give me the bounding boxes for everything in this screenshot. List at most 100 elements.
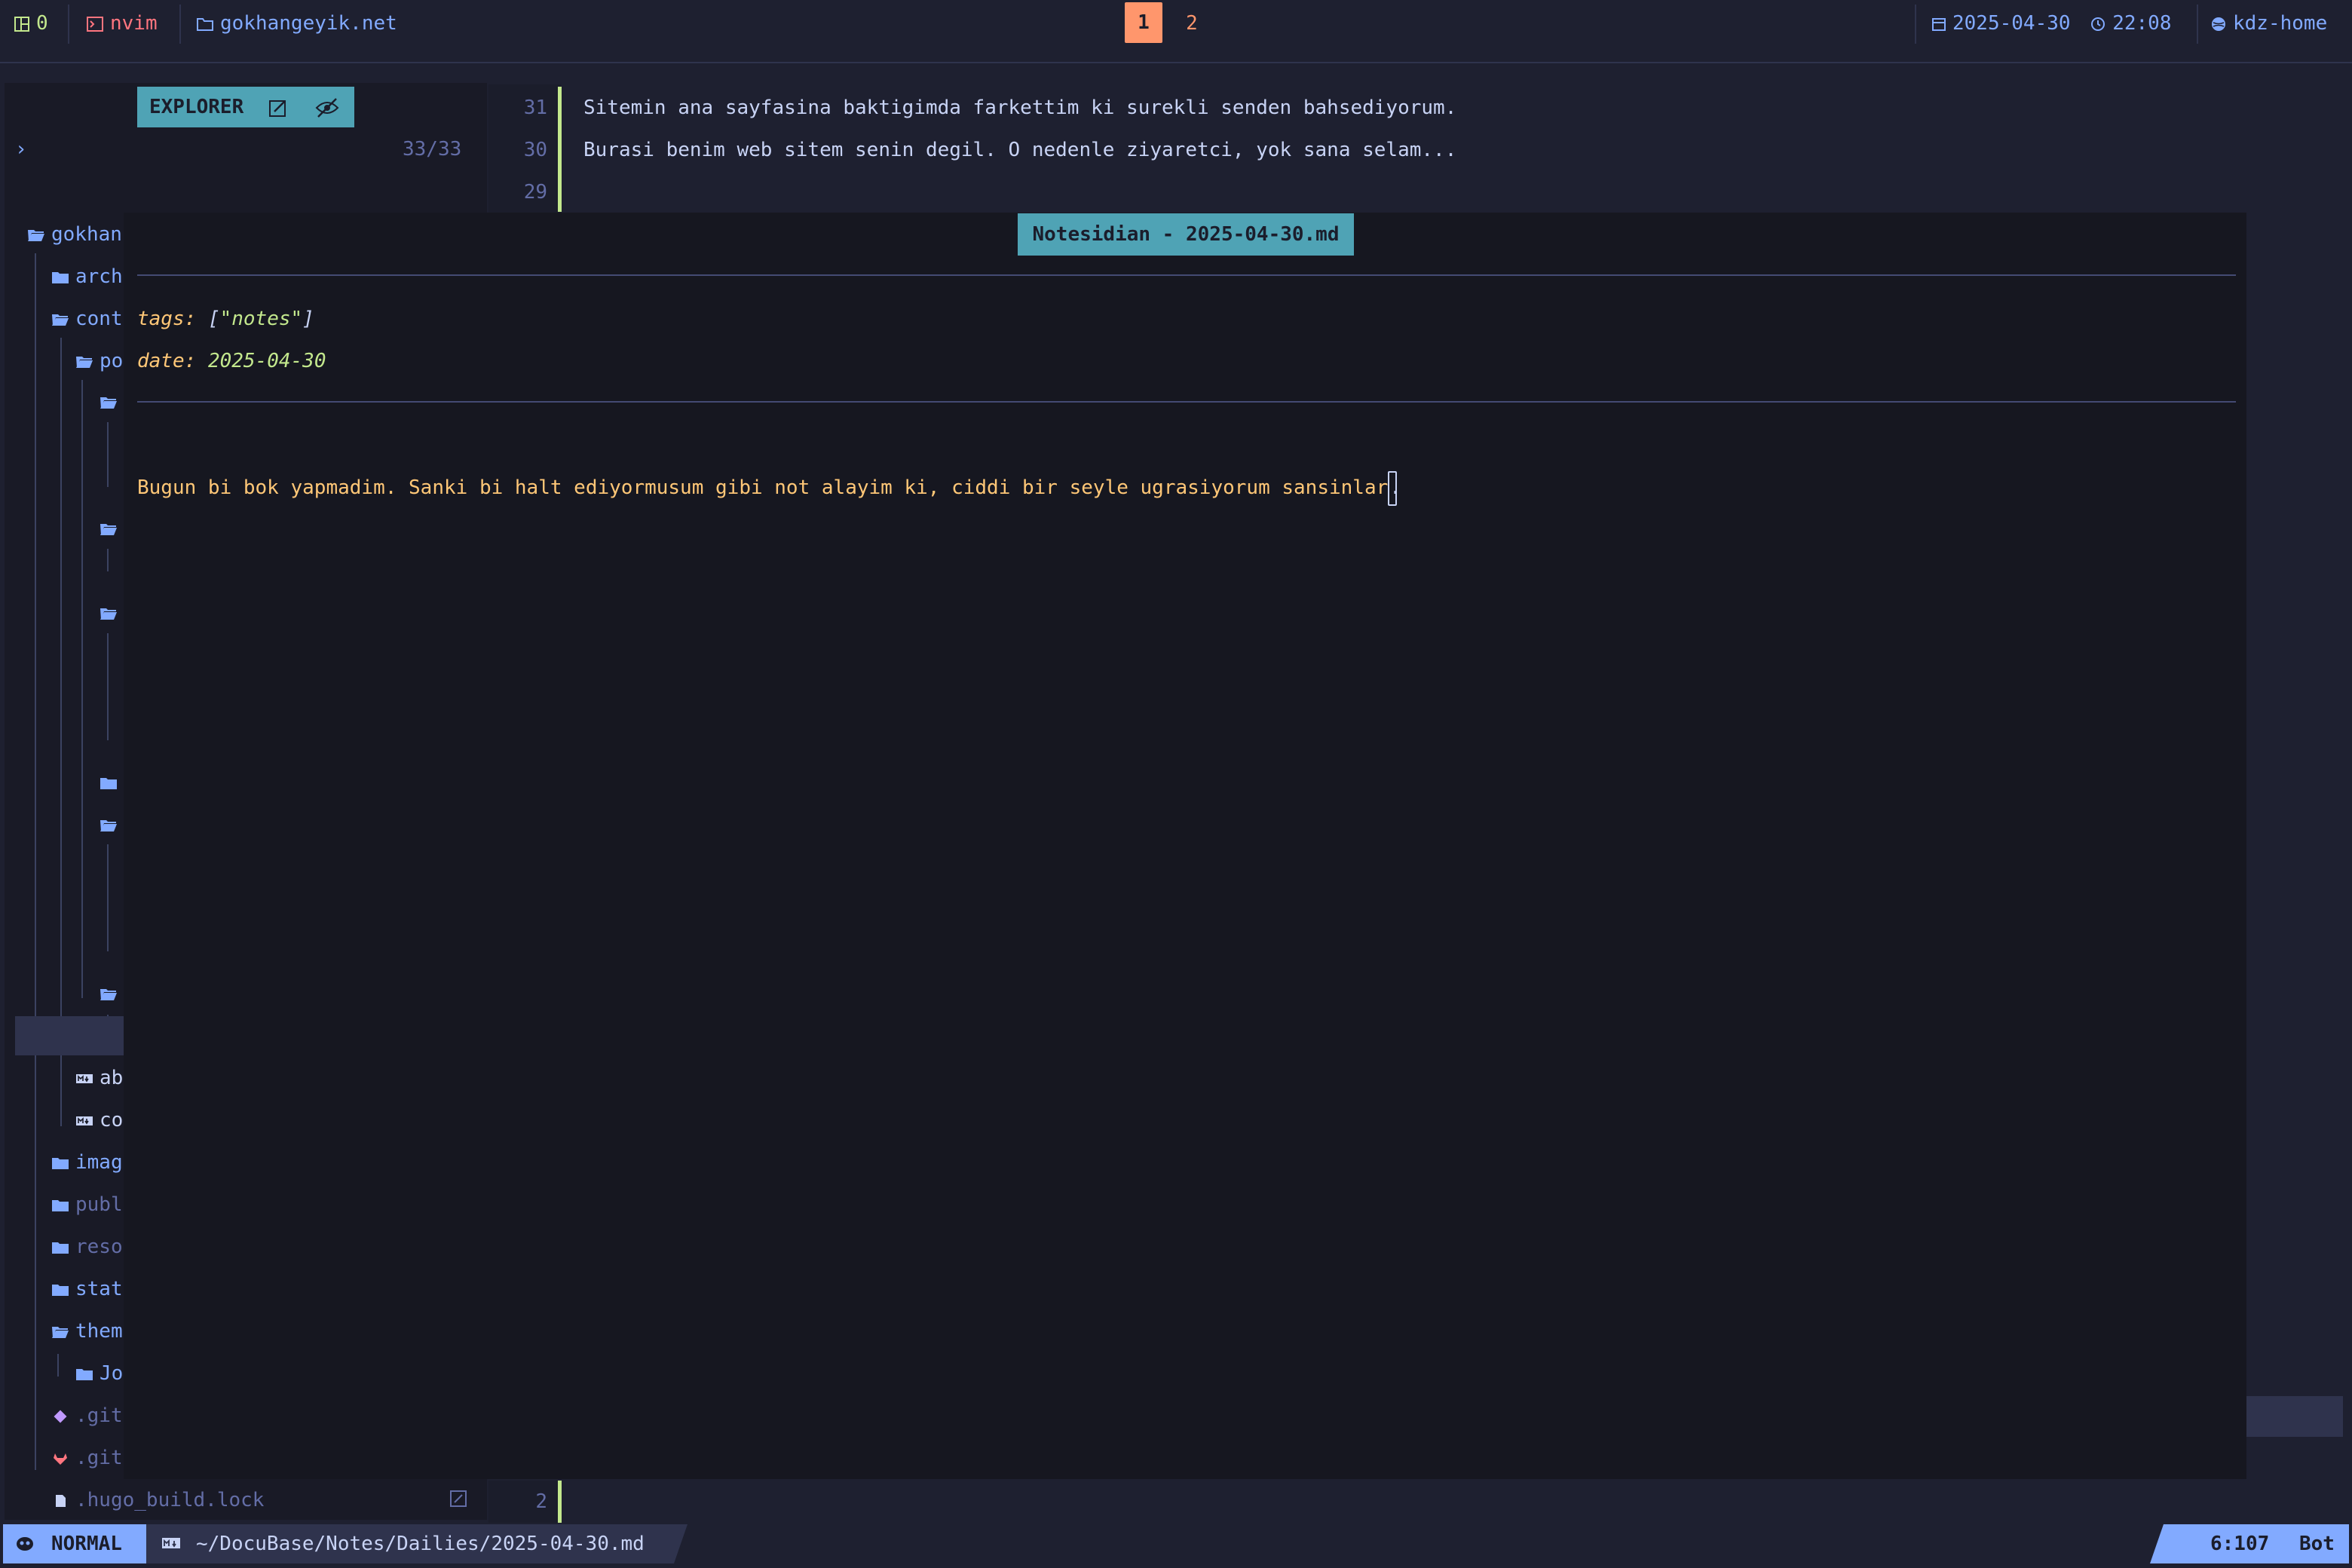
layout-indicator[interactable]: 0 [14, 0, 48, 47]
datetime-indicator: 2025-04-30 22:08 [1931, 0, 2171, 47]
tree-guide [107, 633, 109, 740]
tree-item-hugo-lock[interactable]: .hugo_build.lock [51, 1479, 264, 1521]
divider [179, 5, 181, 44]
tree-item-label: reso [75, 1236, 123, 1258]
project-indicator[interactable]: gokhangeyik.net [196, 0, 397, 47]
mode-indicator: NORMAL [3, 1524, 146, 1563]
folder-icon [52, 1199, 69, 1211]
topbar-divider [0, 62, 2352, 63]
tree-item-stat[interactable]: stat [51, 1268, 123, 1310]
folder-icon [52, 1157, 69, 1169]
git-icon [54, 1410, 67, 1423]
tree-item-reso[interactable]: reso [51, 1226, 123, 1268]
tree-item-publ[interactable]: publ [51, 1184, 123, 1226]
tags-close-bracket: ] [302, 308, 314, 330]
tree-item-label: publ [75, 1193, 123, 1216]
tree-item-jo[interactable]: Jo [75, 1352, 123, 1395]
tree-item-label: arch [75, 265, 123, 288]
frontmatter-date[interactable]: date: 2025-04-30 [137, 340, 326, 382]
explorer-prompt: › [15, 138, 27, 161]
host-name: kdz-home [2233, 12, 2328, 35]
line-col: 6:107 [2210, 1533, 2270, 1555]
tree-item-label: stat [75, 1278, 123, 1300]
markdown-icon [76, 1116, 93, 1125]
host-indicator: kdz-home [2210, 0, 2327, 47]
folder-icon [52, 1242, 69, 1254]
line-number: 2 [535, 1490, 547, 1513]
folder-icon [52, 271, 69, 283]
divider [1915, 5, 1916, 44]
mode-text: NORMAL [51, 1533, 122, 1555]
divider [2197, 5, 2198, 44]
folder-open-icon [52, 314, 69, 326]
explorer-header: EXPLORER [137, 87, 354, 127]
tree-item-imag[interactable]: imag [51, 1141, 123, 1184]
floating-note-window[interactable] [124, 213, 2246, 1479]
git-added-sign [558, 87, 562, 212]
divider [68, 5, 69, 44]
clock-icon [2091, 17, 2105, 31]
date-text: 2025-04-30 [1952, 12, 2071, 35]
workspace-2[interactable]: 2 [1173, 0, 1211, 47]
folder-open-icon[interactable] [100, 988, 118, 1001]
tree-item-label: them [75, 1320, 123, 1343]
eye-off-icon[interactable] [315, 97, 339, 118]
folder-open-icon[interactable] [100, 819, 118, 832]
globe-icon [2212, 17, 2225, 31]
tree-item-them[interactable]: them [51, 1310, 123, 1352]
tree-item-po[interactable]: po [75, 340, 123, 382]
folder-icon[interactable] [100, 776, 118, 790]
time-text: 22:08 [2112, 12, 2172, 35]
tree-guide [107, 844, 109, 951]
git-added-sign [558, 1481, 562, 1523]
tree-item-git-2[interactable]: .git [51, 1437, 123, 1479]
tags-value: "notes" [219, 308, 303, 330]
tags-key: tags: [137, 308, 197, 330]
gitlab-icon [54, 1453, 67, 1465]
tree-item-ab[interactable]: ab [75, 1057, 123, 1099]
float-window-title: Notesidian - 2025-04-30.md [1018, 213, 1354, 256]
tree-item-label: gokhan [51, 223, 122, 246]
tree-guide [107, 422, 109, 487]
layout-count: 0 [36, 12, 48, 35]
line-number: 31 [523, 96, 547, 119]
date-value: 2025-04-30 [207, 350, 326, 372]
note-body-line[interactable]: Bugun bi bok yapmadim. Sanki bi halt edi… [137, 467, 1401, 509]
edit-icon[interactable] [268, 98, 288, 118]
tree-item-root[interactable]: gokhan [27, 213, 122, 256]
layout-icon [14, 16, 29, 32]
tree-item-label: ab [100, 1067, 124, 1089]
tree-item-label: Jo [100, 1362, 124, 1385]
folder-icon [76, 1368, 93, 1380]
tree-item-label: co [100, 1109, 124, 1132]
code-line[interactable]: Burasi benim web sitem senin degil. O ne… [583, 129, 1456, 171]
frontmatter-rule [137, 274, 2236, 276]
tree-item-cont[interactable]: cont [51, 298, 123, 340]
folder-open-icon[interactable] [100, 607, 118, 620]
code-line[interactable]: Sitemin ana sayfasina baktigimda farkett… [583, 87, 1456, 129]
frontmatter-rule [137, 401, 2236, 403]
folder-open-icon[interactable] [100, 396, 118, 409]
text-cursor: . [1388, 470, 1401, 506]
tree-item-git-1[interactable]: .git [51, 1395, 123, 1437]
line-number: 29 [523, 181, 547, 204]
markdown-icon [76, 1073, 93, 1083]
folder-icon [52, 1284, 69, 1296]
app-indicator[interactable]: nvim [86, 0, 158, 47]
tree-item-label: imag [75, 1151, 123, 1174]
frontmatter-tags[interactable]: tags: ["notes"] [137, 298, 314, 340]
tree-item-co[interactable]: co [75, 1099, 123, 1141]
edit-icon[interactable] [449, 1490, 467, 1508]
folder-icon [197, 17, 213, 31]
tree-item-label: .git [75, 1447, 123, 1469]
tree-item-label: .hugo_build.lock [75, 1489, 265, 1511]
explorer-count: 33/33 [403, 138, 462, 161]
workspace-1[interactable]: 1 [1125, 2, 1162, 43]
folder-open-icon[interactable] [100, 522, 118, 536]
cursor-position: 6:107 Bot [2164, 1524, 2349, 1563]
tree-item-label: cont [75, 308, 123, 330]
scrollbar-thumb[interactable] [2246, 1396, 2343, 1437]
folder-open-icon [76, 356, 93, 368]
date-key: date: [137, 350, 197, 372]
tree-item-arch[interactable]: arch [51, 256, 123, 298]
